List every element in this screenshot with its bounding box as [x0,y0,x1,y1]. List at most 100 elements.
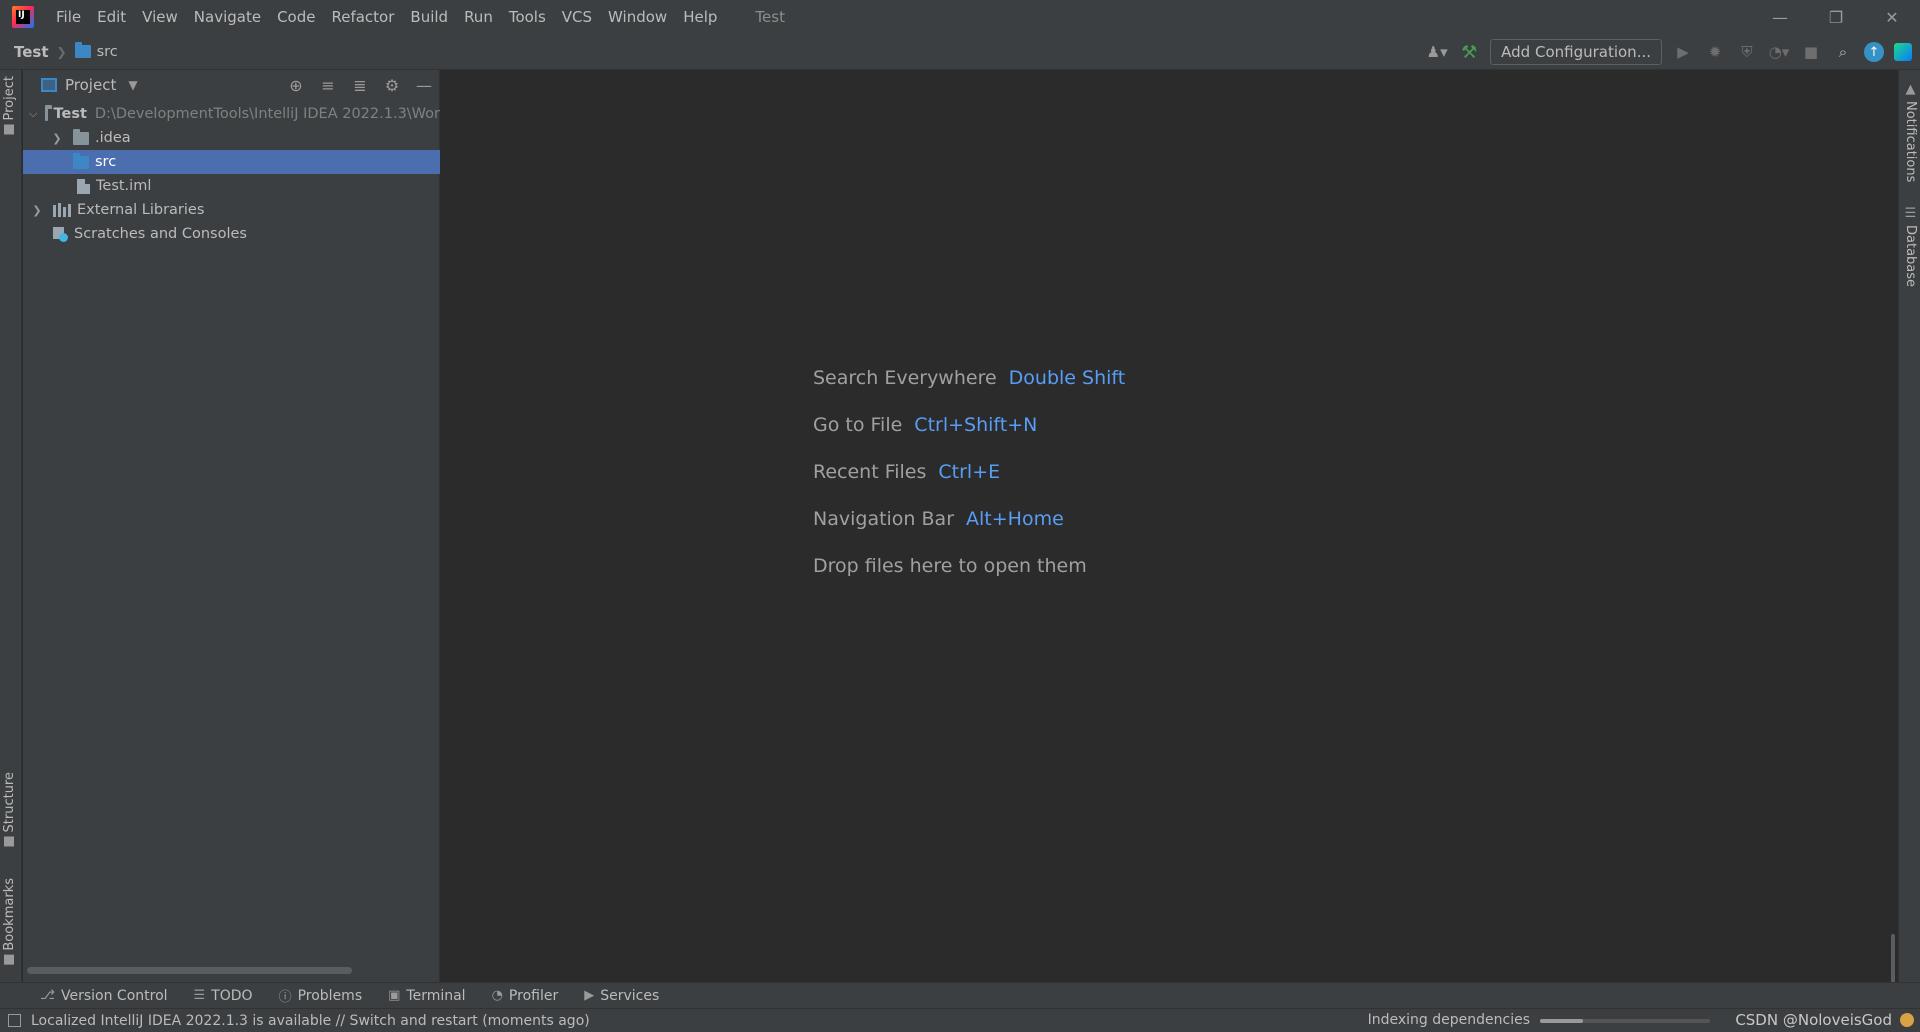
restore-icon[interactable]: ❐ [1808,0,1864,34]
search-icon[interactable]: ⌕ [1832,41,1854,63]
status-bar: Localized IntelliJ IDEA 2022.1.3 is avai… [0,1008,1920,1032]
tree-node-label: Test [53,106,87,122]
database-tool-tab[interactable]: ☰ Database [1903,206,1918,287]
event-log-icon[interactable] [1900,1013,1914,1027]
menu-help[interactable]: Help [675,0,725,34]
hint-search-everywhere: Search Everywhere Double Shift [813,367,1125,414]
tab-label: TODO [211,987,253,1004]
locate-icon[interactable]: ⊕ [287,76,305,95]
watermark: CSDN @NoloveisGod [1735,1011,1892,1029]
bookmarks-tab-label: Bookmarks [2,878,17,951]
hint-navigation-bar: Navigation Bar Alt+Home [813,508,1125,555]
bottom-tool-bar: ⎇ Version Control ☰ TODO ⓘ Problems ▣ Te… [0,982,1920,1008]
project-view-icon [41,78,57,92]
user-dropdown-icon[interactable]: ♟▾ [1426,41,1448,63]
breadcrumb-project[interactable]: Test [14,43,49,61]
chevron-down-icon[interactable]: ⌵ [29,107,37,121]
notifications-tool-tab[interactable]: ▲ Notifications [1903,82,1918,182]
breadcrumb-src[interactable]: src [97,44,118,60]
expand-all-icon[interactable]: ≡ [319,76,337,95]
menu-refactor[interactable]: Refactor [323,0,402,34]
bookmark-icon [4,954,15,965]
database-icon: ☰ [1903,206,1918,221]
tree-node-label: .idea [95,130,131,146]
library-icon [53,203,71,217]
tab-todo[interactable]: ☰ TODO [194,988,253,1004]
chevron-down-icon[interactable]: ▼ [128,78,137,92]
structure-tool-tab[interactable]: Structure [2,772,17,847]
tree-node-external-libraries[interactable]: ❯ External Libraries [23,198,440,222]
tab-version-control[interactable]: ⎇ Version Control [40,988,168,1004]
tree-node-scratches[interactable]: Scratches and Consoles [23,222,440,246]
bell-icon: ▲ [1903,82,1918,97]
hint-drop-files: Drop files here to open them [813,555,1125,602]
tab-label: Terminal [406,987,466,1004]
menu-window[interactable]: Window [600,0,675,34]
folder-icon [73,128,89,145]
structure-tab-icon [4,836,15,847]
chevron-right-icon[interactable]: ❯ [29,204,45,217]
tree-node-idea[interactable]: ❯ .idea [23,126,440,150]
run-icon[interactable]: ▶ [1672,41,1694,63]
coverage-icon[interactable]: ⛨ [1736,41,1758,63]
menu-tools[interactable]: Tools [501,0,554,34]
hint-label: Search Everywhere [813,367,997,389]
menu-code[interactable]: Code [269,0,323,34]
services-icon: ▶ [584,988,595,1003]
project-tool-tab[interactable]: Project [2,76,17,135]
menu-file[interactable]: File [48,0,89,34]
hint-shortcut: Double Shift [1008,367,1126,389]
iml-file-icon [77,178,90,194]
tree-node-test-iml[interactable]: Test.iml [23,174,440,198]
profiler-icon: ◔ [491,988,503,1003]
menu-edit[interactable]: Edit [89,0,134,34]
tree-node-label: Test.iml [96,178,152,194]
bookmarks-tool-tab[interactable]: Bookmarks [2,878,17,965]
status-message[interactable]: Localized IntelliJ IDEA 2022.1.3 is avai… [31,1013,590,1029]
tab-terminal[interactable]: ▣ Terminal [388,988,465,1004]
build-hammer-icon[interactable]: ⚒ [1458,41,1480,63]
database-tab-label: Database [1903,225,1918,288]
stop-icon[interactable]: ■ [1800,41,1822,63]
tab-problems[interactable]: ⓘ Problems [279,986,363,1006]
menu-navigate[interactable]: Navigate [186,0,269,34]
menu-run[interactable]: Run [456,0,501,34]
notifications-tab-label: Notifications [1903,101,1918,183]
right-tool-stripe: ▲ Notifications ☰ Database [1898,70,1920,982]
breadcrumb: Test ❯ src [0,42,118,61]
window-title: Test [755,8,785,26]
indexing-progress-bar [1540,1019,1710,1023]
structure-tab-label: Structure [2,772,17,833]
tab-services[interactable]: ▶ Services [584,988,659,1004]
horizontal-scrollbar[interactable] [27,967,352,974]
tree-node-project-root[interactable]: ⌵ Test D:\DevelopmentTools\IntelliJ IDEA… [23,102,440,126]
indexing-progress-fill [1540,1019,1583,1023]
profile-icon[interactable]: ◔▾ [1768,41,1790,63]
editor-area[interactable]: Search Everywhere Double Shift Go to Fil… [441,70,1897,994]
toggle-tool-windows-icon[interactable] [8,1014,21,1027]
menu-build[interactable]: Build [402,0,456,34]
menu-view[interactable]: View [134,0,186,34]
chevron-right-icon[interactable]: ❯ [49,132,65,145]
tree-node-label: src [95,154,117,170]
update-icon[interactable]: ↑ [1864,42,1884,62]
project-panel: Project ▼ ⊕ ≡ ≣ ⚙ — ⌵ Test D:\Developmen… [23,70,440,982]
tab-profiler[interactable]: ◔ Profiler [492,988,559,1004]
minimize-icon[interactable]: — [1752,0,1808,34]
code-with-me-icon[interactable] [1894,43,1912,61]
scratches-icon [53,226,68,242]
tree-node-src[interactable]: src [23,150,440,174]
editor-empty-hints: Search Everywhere Double Shift Go to Fil… [813,367,1125,602]
project-tab-label: Project [2,76,17,121]
menu-vcs[interactable]: VCS [554,0,600,34]
add-configuration-button[interactable]: Add Configuration... [1490,39,1662,65]
title-bar: IJ File Edit View Navigate Code Refactor… [0,0,1920,34]
tree-node-label: Scratches and Consoles [74,226,247,242]
collapse-all-icon[interactable]: ≣ [351,76,369,95]
gear-icon[interactable]: ⚙ [383,76,401,95]
hide-panel-icon[interactable]: — [415,76,433,95]
indexing-status[interactable]: Indexing dependencies [1368,1012,1530,1028]
project-panel-title[interactable]: Project [65,76,116,94]
close-icon[interactable]: ✕ [1864,0,1920,34]
debug-icon[interactable]: ✹ [1704,41,1726,63]
